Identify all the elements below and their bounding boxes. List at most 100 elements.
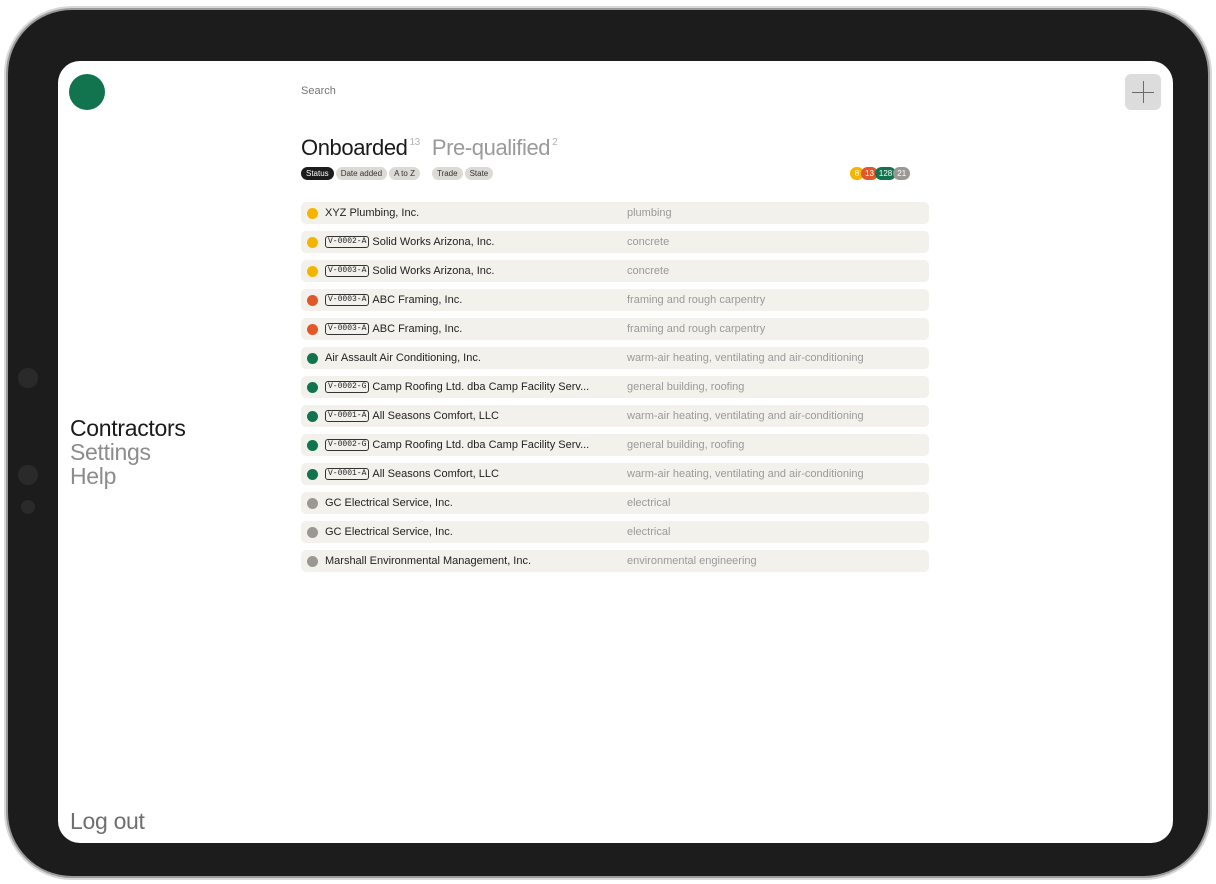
contractor-name: Camp Roofing Ltd. dba Camp Facility Serv…	[372, 381, 590, 393]
contractor-name-cell: V-0003-A ABC Framing, Inc.	[325, 323, 627, 335]
contractor-name-cell: V-0002-G Camp Roofing Ltd. dba Camp Facil…	[325, 439, 627, 451]
status-counts: 8 13 128 21	[850, 167, 911, 180]
vendor-code-badge: V-0001-A	[325, 410, 370, 422]
table-row[interactable]: Air Assault Air Conditioning, Inc. warm-a…	[301, 347, 929, 369]
status-dot-icon	[307, 555, 318, 567]
contractor-name: ABC Framing, Inc.	[372, 294, 463, 306]
contractor-trade: electrical	[627, 497, 671, 509]
contractor-name-cell: V-0001-A All Seasons Comfort, LLC	[325, 468, 627, 480]
table-row[interactable]: V-0001-A All Seasons Comfort, LLC warm-air…	[301, 405, 929, 427]
contractor-list: XYZ Plumbing, Inc. plumbing V-0002-A Solid …	[301, 202, 929, 579]
contractor-trade: environmental engineering	[627, 555, 757, 567]
contractor-trade: concrete	[627, 236, 670, 248]
app-screen: Contractors Settings Help Log out Onboar…	[58, 61, 1173, 843]
status-dot-icon	[307, 497, 318, 509]
status-dot-icon	[307, 236, 318, 248]
tab-onboarded[interactable]: Onboarded 13	[301, 135, 420, 161]
contractor-name-cell: V-0002-A Solid Works Arizona, Inc.	[325, 236, 627, 248]
vendor-code-badge: V-0003-A	[325, 323, 370, 335]
tab-count: 13	[409, 137, 421, 148]
filter-trade[interactable]: Trade	[431, 167, 463, 180]
status-dot-icon	[307, 323, 318, 335]
vendor-code-badge: V-0003-A	[325, 265, 370, 277]
filter-status[interactable]: Status	[301, 167, 334, 180]
contractor-name-cell: Air Assault Air Conditioning, Inc.	[325, 352, 627, 364]
status-dot-icon	[307, 468, 318, 480]
status-dot-icon	[307, 294, 318, 306]
search-input[interactable]	[301, 85, 601, 97]
vendor-code-badge: V-0002-G	[325, 439, 370, 451]
contractor-trade: concrete	[627, 265, 670, 277]
status-dot-icon	[307, 352, 318, 364]
contractor-name-cell: GC Electrical Service, Inc.	[325, 497, 627, 509]
contractor-name: Marshall Environmental Management, Inc.	[325, 555, 532, 567]
status-dot-icon	[307, 526, 318, 538]
sidebar-item-settings[interactable]: Settings	[70, 440, 186, 464]
vendor-code-badge: V-0002-G	[325, 381, 370, 393]
sensor-dot	[21, 500, 35, 514]
contractor-name: Solid Works Arizona, Inc.	[372, 236, 495, 248]
camera-dot	[18, 368, 38, 388]
tab-bar: Onboarded 13 Pre-qualified 2	[301, 135, 558, 161]
table-row[interactable]: GC Electrical Service, Inc. electrical	[301, 521, 929, 543]
table-row[interactable]: V-0003-A ABC Framing, Inc. framing and rou…	[301, 318, 929, 340]
contractor-name: XYZ Plumbing, Inc.	[325, 207, 420, 219]
contractor-name-cell: GC Electrical Service, Inc.	[325, 526, 627, 538]
table-row[interactable]: V-0003-A ABC Framing, Inc. framing and rou…	[301, 289, 929, 311]
contractor-name-cell: V-0001-A All Seasons Comfort, LLC	[325, 410, 627, 422]
contractor-name: Solid Works Arizona, Inc.	[372, 265, 495, 277]
contractor-name: GC Electrical Service, Inc.	[325, 497, 453, 509]
add-contractor-button[interactable]	[1125, 74, 1161, 110]
contractor-name-cell: V-0003-A ABC Framing, Inc.	[325, 294, 627, 306]
contractor-name: All Seasons Comfort, LLC	[372, 468, 499, 480]
status-dot-icon	[307, 381, 318, 393]
table-row[interactable]: V-0003-A Solid Works Arizona, Inc. concret…	[301, 260, 929, 282]
table-row[interactable]: GC Electrical Service, Inc. electrical	[301, 492, 929, 514]
contractor-trade: plumbing	[627, 207, 672, 219]
contractor-trade: warm-air heating, ventilating and air-co…	[627, 468, 864, 480]
contractor-trade: warm-air heating, ventilating and air-co…	[627, 410, 864, 422]
tab-label: Pre-qualified	[431, 135, 551, 160]
contractor-trade: warm-air heating, ventilating and air-co…	[627, 352, 864, 364]
table-row[interactable]: XYZ Plumbing, Inc. plumbing	[301, 202, 929, 224]
tablet-frame: Contractors Settings Help Log out Onboar…	[8, 10, 1208, 876]
filter-state[interactable]: State	[464, 167, 494, 180]
contractor-name-cell: V-0002-G Camp Roofing Ltd. dba Camp Facil…	[325, 381, 627, 393]
contractor-trade: framing and rough carpentry	[627, 323, 766, 335]
contractor-name-cell: XYZ Plumbing, Inc.	[325, 207, 627, 219]
table-row[interactable]: V-0002-A Solid Works Arizona, Inc. concret…	[301, 231, 929, 253]
filter-a-to-z[interactable]: A to Z	[389, 167, 420, 180]
sidebar-item-contractors[interactable]: Contractors	[70, 416, 186, 440]
contractor-trade: general building, roofing	[627, 381, 745, 393]
contractor-trade: electrical	[627, 526, 671, 538]
contractor-name: All Seasons Comfort, LLC	[372, 410, 499, 422]
contractor-name: Air Assault Air Conditioning, Inc.	[325, 352, 481, 364]
vendor-code-badge: V-0001-A	[325, 468, 370, 480]
sidebar-item-help[interactable]: Help	[70, 464, 186, 488]
vendor-code-badge: V-0003-A	[325, 294, 370, 306]
table-row[interactable]: V-0001-A All Seasons Comfort, LLC warm-air…	[301, 463, 929, 485]
contractor-name-cell: V-0003-A Solid Works Arizona, Inc.	[325, 265, 627, 277]
status-dot-icon	[307, 265, 318, 277]
status-count-badge: 21	[893, 167, 911, 180]
sort-filter-bar: Status Date added A to Z Trade State	[301, 167, 494, 180]
tab-label: Onboarded	[301, 135, 408, 160]
contractor-name: Camp Roofing Ltd. dba Camp Facility Serv…	[372, 439, 590, 451]
status-dot-icon	[307, 439, 318, 451]
avatar[interactable]	[69, 74, 105, 110]
contractor-trade: framing and rough carpentry	[627, 294, 766, 306]
table-row[interactable]: V-0002-G Camp Roofing Ltd. dba Camp Facil…	[301, 434, 929, 456]
sidebar-nav: Contractors Settings Help	[70, 416, 186, 488]
table-row[interactable]: Marshall Environmental Management, Inc. e…	[301, 550, 929, 572]
vendor-code-badge: V-0002-A	[325, 236, 370, 248]
status-dot-icon	[307, 207, 318, 219]
tab-count: 2	[552, 137, 558, 148]
contractor-name: ABC Framing, Inc.	[372, 323, 463, 335]
sensor-dot	[18, 465, 38, 485]
logout-link[interactable]: Log out	[70, 808, 145, 835]
status-dot-icon	[307, 410, 318, 422]
contractor-name: GC Electrical Service, Inc.	[325, 526, 453, 538]
filter-date-added[interactable]: Date added	[335, 167, 388, 180]
table-row[interactable]: V-0002-G Camp Roofing Ltd. dba Camp Facil…	[301, 376, 929, 398]
tab-pre-qualified[interactable]: Pre-qualified 2	[432, 135, 558, 161]
